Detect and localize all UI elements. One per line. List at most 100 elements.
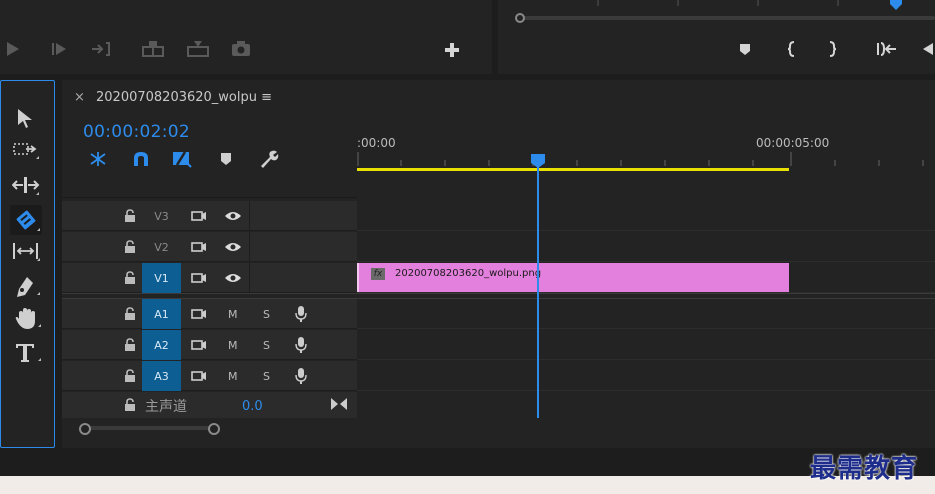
solo-button[interactable]: S [263, 361, 270, 391]
master-volume-value[interactable]: 0.0 [242, 399, 263, 414]
camera-icon[interactable] [231, 40, 251, 58]
playhead-marker-icon[interactable] [888, 0, 904, 10]
ripple-edit-tool-icon[interactable] [12, 175, 40, 197]
playhead-timecode[interactable]: 00:00:02:02 [83, 122, 190, 142]
track-select-tool-icon[interactable] [12, 141, 40, 163]
program-monitor-controls [498, 0, 935, 74]
scroll-handle-left[interactable] [79, 423, 91, 435]
mute-button[interactable]: M [228, 361, 238, 391]
linked-selection-icon[interactable] [171, 149, 193, 169]
sequence-tab-label: 20200708203620_wolpu [96, 90, 257, 105]
lock-icon[interactable] [122, 299, 138, 329]
track-lane-a2[interactable] [357, 330, 935, 360]
play-icon[interactable] [4, 40, 22, 58]
sync-lock-icon[interactable] [190, 299, 208, 329]
track-target-a3[interactable]: A3 [142, 361, 181, 391]
snap-icon[interactable] [131, 150, 151, 168]
track-header-a3: A3 M S [62, 361, 357, 391]
marker-icon[interactable] [738, 42, 752, 56]
lock-icon[interactable] [122, 201, 138, 231]
clip-name: 20200708203620_wolpu.png [395, 268, 542, 279]
track-lane-a1[interactable] [357, 299, 935, 329]
slip-tool-icon[interactable] [11, 241, 41, 263]
lock-icon[interactable] [122, 232, 138, 262]
scroll-handle[interactable] [515, 13, 525, 23]
video-clip[interactable]: fx 20200708203620_wolpu.png [357, 263, 789, 292]
mark-out-icon[interactable] [826, 40, 838, 58]
horizontal-zoom-scrollbar[interactable] [79, 423, 220, 435]
mute-button[interactable]: M [228, 330, 238, 360]
track-header-v2: V2 [62, 232, 357, 262]
lock-icon[interactable] [122, 330, 138, 360]
step-forward-icon[interactable] [50, 40, 68, 58]
solo-button[interactable]: S [263, 299, 270, 329]
bowtie-icon[interactable] [330, 396, 348, 412]
pen-tool-icon[interactable] [13, 275, 41, 299]
sync-lock-icon[interactable] [190, 263, 208, 293]
track-target-v3[interactable]: V3 [142, 201, 181, 231]
footer-strip [0, 452, 935, 494]
track-lane-master[interactable] [357, 392, 935, 418]
lock-icon[interactable] [122, 361, 138, 391]
go-to-out-icon[interactable] [90, 40, 112, 58]
time-ruler[interactable]: :00:00 00:00:05:00 [357, 114, 935, 172]
microphone-icon[interactable] [293, 299, 309, 329]
track-header-v1: V1 [62, 263, 357, 293]
microphone-icon[interactable] [293, 330, 309, 360]
track-lane-v3[interactable] [357, 201, 935, 231]
go-to-in-icon[interactable] [876, 41, 898, 57]
tools-panel [0, 80, 55, 448]
sync-lock-icon[interactable] [190, 232, 208, 262]
type-tool-icon[interactable] [14, 341, 42, 365]
ruler-ticks [357, 152, 924, 166]
mini-ruler [558, 0, 918, 8]
eye-icon[interactable] [223, 263, 243, 293]
track-target-a2[interactable]: A2 [142, 330, 181, 360]
eye-icon[interactable] [223, 232, 243, 262]
step-back-icon[interactable] [921, 41, 933, 57]
selection-tool-icon[interactable] [15, 107, 35, 129]
track-lane-v2[interactable] [357, 232, 935, 262]
sync-lock-icon[interactable] [190, 201, 208, 231]
source-monitor-controls [0, 0, 492, 74]
master-track-label: 主声道 [145, 399, 187, 415]
ruler-start-label: :00:00 [357, 136, 396, 150]
track-header-master: 主声道 0.0 [62, 392, 357, 418]
fx-badge: fx [371, 268, 385, 280]
track-header-a2: A2 M S [62, 330, 357, 360]
timeline-scroll-area [62, 418, 935, 448]
track-lane-a3[interactable] [357, 361, 935, 391]
tab-menu-icon[interactable]: ≡ [261, 90, 272, 105]
nest-sequence-icon[interactable] [87, 150, 109, 168]
overwrite-icon[interactable] [186, 39, 210, 59]
lock-icon[interactable] [122, 263, 138, 293]
track-header-a1: A1 M S [62, 299, 357, 329]
sync-lock-icon[interactable] [190, 330, 208, 360]
add-button-icon[interactable] [444, 42, 460, 58]
close-tab-button[interactable]: × [74, 90, 85, 105]
wrench-icon[interactable] [258, 149, 280, 169]
solo-button[interactable]: S [263, 330, 270, 360]
hand-tool-icon[interactable] [14, 307, 42, 331]
microphone-icon[interactable] [293, 361, 309, 391]
track-target-v2[interactable]: V2 [142, 232, 181, 262]
track-target-a1[interactable]: A1 [142, 299, 181, 329]
playhead-line[interactable] [537, 165, 539, 418]
zoom-scrollbar[interactable] [515, 13, 935, 23]
eye-icon[interactable] [223, 201, 243, 231]
mute-button[interactable]: M [228, 299, 238, 329]
sync-lock-icon[interactable] [190, 361, 208, 391]
insert-icon[interactable] [141, 39, 165, 59]
work-area-bar[interactable] [357, 168, 789, 171]
sequence-tab[interactable]: 20200708203620_wolpu ≡ [96, 90, 272, 105]
track-target-v1[interactable]: V1 [142, 263, 181, 293]
scroll-handle-right[interactable] [208, 423, 220, 435]
watermark-text: 最需教育 [810, 454, 919, 484]
track-lane-v1[interactable]: fx 20200708203620_wolpu.png [357, 263, 935, 293]
ruler-end-label: 00:00:05:00 [756, 136, 830, 150]
razor-tool-icon[interactable] [10, 205, 42, 235]
lock-icon[interactable] [122, 392, 138, 418]
add-marker-icon[interactable] [219, 151, 233, 167]
track-header-v3: V3 [62, 201, 357, 231]
mark-in-icon[interactable] [786, 40, 798, 58]
